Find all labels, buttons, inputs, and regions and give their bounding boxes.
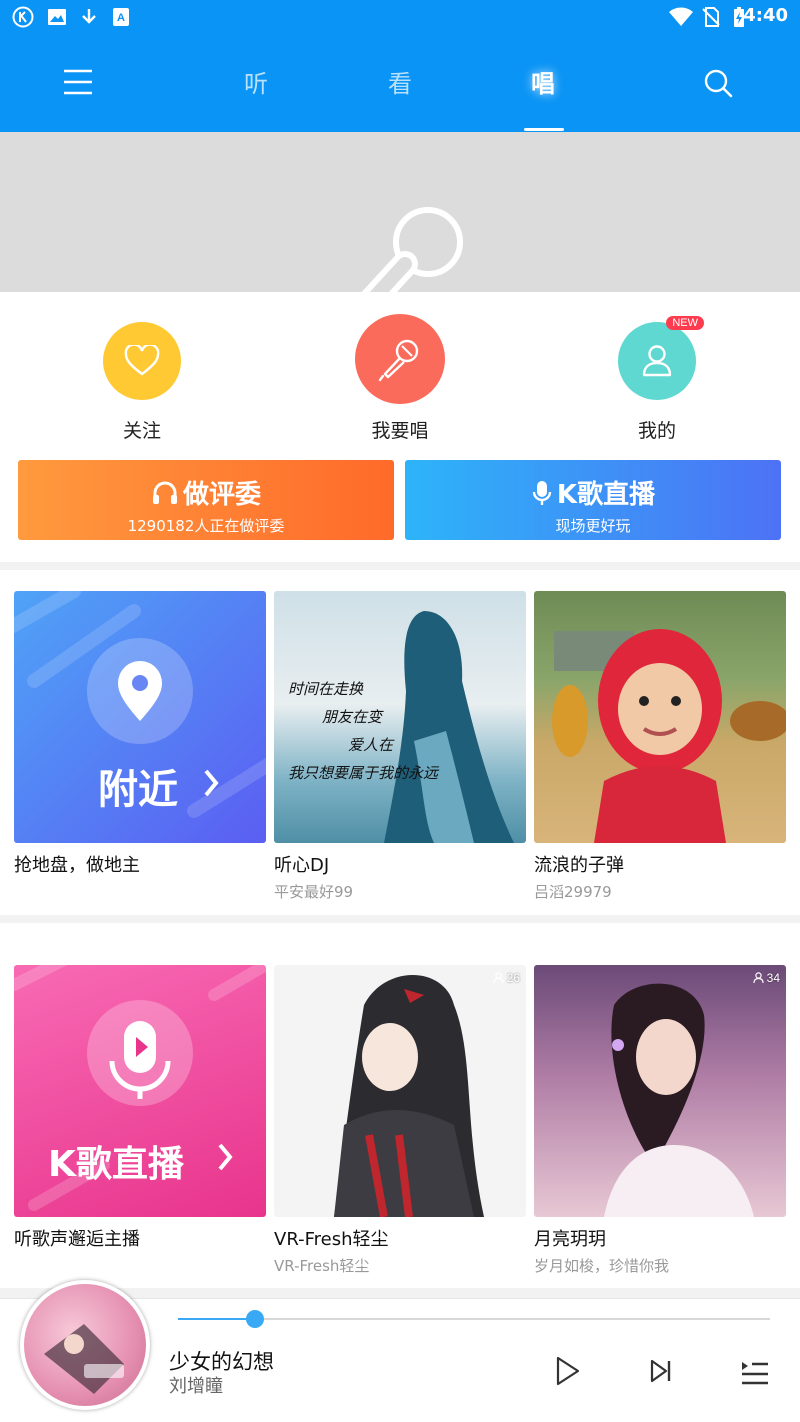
sing-label: 我要唱 <box>371 420 429 442</box>
follow-button[interactable]: 关注 <box>62 322 222 443</box>
mine-label: 我的 <box>637 420 676 442</box>
kid-image <box>534 591 786 843</box>
wifi-icon <box>669 7 693 26</box>
download-icon <box>82 9 96 24</box>
tab-sing[interactable]: 唱 <box>531 64 555 99</box>
app-store-icon: A <box>113 8 129 26</box>
card-nearby[interactable]: 附近 抢地盘，做地主 <box>14 591 266 877</box>
nearby-image-text: 附近 <box>98 767 178 813</box>
microphone-placeholder-icon <box>361 207 463 292</box>
anime-portrait <box>334 975 484 1217</box>
follow-label: 关注 <box>122 420 161 442</box>
album-art-disc[interactable] <box>20 1280 150 1410</box>
svg-text:A: A <box>117 12 125 24</box>
search-icon[interactable] <box>703 68 733 98</box>
quick-actions-panel: 关注 我要唱 NEW 我的 做评委 1290182人正在做评委 K歌直播 现场更… <box>0 292 800 562</box>
card-subtitle: 岁月如梭，珍惜你我 <box>534 1257 670 1275</box>
menu-icon[interactable] <box>62 68 94 96</box>
person-icon <box>753 972 764 984</box>
top-bar: A 4:40 听 看 唱 <box>0 0 800 132</box>
headphones-icon <box>152 481 177 504</box>
card-bullet[interactable]: 流浪的子弹 吕滔29979 <box>534 591 786 902</box>
tab-watch[interactable]: 看 <box>388 64 412 99</box>
live-button[interactable]: K歌直播 现场更好玩 <box>405 460 781 540</box>
mine-circle: NEW <box>618 316 704 400</box>
woman-portrait <box>604 983 754 1217</box>
card-title: 听心DJ <box>274 855 330 876</box>
live-title: K歌直播 <box>556 480 656 510</box>
card-title: VR-Fresh轻尘 <box>274 1229 389 1250</box>
playlist-button[interactable] <box>738 1354 772 1388</box>
listener-count: 34 <box>753 971 780 985</box>
judge-button[interactable]: 做评委 1290182人正在做评委 <box>18 460 394 540</box>
live-image: K歌直播 <box>14 965 266 1217</box>
caption-line: 爱人在 <box>348 736 394 754</box>
caption-line: 我只想要属于我的永远 <box>288 764 439 782</box>
main-nav: 听 看 唱 <box>0 50 800 131</box>
card-vr-fresh[interactable]: 26 VR-Fresh轻尘 VR-Fresh轻尘 <box>274 965 526 1276</box>
listener-count-value: 34 <box>766 971 780 985</box>
live-subtitle: 现场更好玩 <box>555 517 631 535</box>
card-subtitle: 吕滔29979 <box>534 883 612 901</box>
card-subtitle: VR-Fresh轻尘 <box>274 1257 370 1275</box>
card-yueliang[interactable]: 34 月亮玥玥 岁月如梭，珍惜你我 <box>534 965 786 1276</box>
judge-title: 做评委 <box>182 480 261 510</box>
progress-fill <box>178 1318 255 1320</box>
recommend-grid-2: K歌直播 听歌声邂逅主播 26 VR-Fresh轻尘 VR-Fresh轻尘 34… <box>0 923 800 1288</box>
status-time: 4:40 <box>743 5 788 26</box>
no-sim-icon <box>702 7 720 27</box>
live-image-text: K歌直播 <box>48 1144 184 1185</box>
card-title: 月亮玥玥 <box>534 1229 606 1250</box>
album-art <box>24 1284 146 1406</box>
caption-line: 时间在走换 <box>288 680 364 698</box>
caption-line: 朋友在变 <box>322 708 383 726</box>
dj-image: 时间在走换 朋友在变 爱人在 我只想要属于我的永远 <box>274 591 526 843</box>
song-artist: 刘增瞳 <box>169 1376 223 1397</box>
kid-photo <box>552 629 786 843</box>
user-icon <box>642 345 672 377</box>
listener-count-value: 26 <box>506 971 520 985</box>
microphone-icon <box>378 339 419 382</box>
banner-placeholder[interactable] <box>0 132 800 292</box>
portrait-image: 34 <box>534 965 786 1217</box>
progress-bar[interactable] <box>178 1310 770 1328</box>
status-bar: A 4:40 <box>0 0 800 34</box>
judge-subtitle: 1290182人正在做评委 <box>127 517 285 535</box>
recommend-grid-1: 附近 抢地盘，做地主 时间在走换 朋友在变 爱人在 我只想要属于我的永远 听心D… <box>0 570 800 915</box>
mic-small-icon <box>532 480 552 505</box>
new-badge: NEW <box>666 316 704 330</box>
listener-count: 26 <box>493 971 520 985</box>
person-icon <box>493 972 504 984</box>
play-button[interactable] <box>550 1354 584 1388</box>
active-tab-indicator <box>524 128 564 131</box>
sing-circle <box>355 314 445 404</box>
card-title: 听歌声邂逅主播 <box>14 1229 140 1250</box>
card-subtitle: 平安最好99 <box>274 883 354 901</box>
k-app-icon <box>12 6 34 28</box>
dj-image-caption: 时间在走换 朋友在变 爱人在 我只想要属于我的永远 <box>288 675 438 787</box>
tab-listen[interactable]: 听 <box>244 64 268 99</box>
nearby-image: 附近 <box>14 591 266 843</box>
image-icon <box>48 9 66 25</box>
progress-knob[interactable] <box>245 1310 264 1328</box>
mine-button[interactable]: NEW 我的 <box>577 316 737 443</box>
card-title: 抢地盘，做地主 <box>14 855 140 876</box>
card-live[interactable]: K歌直播 听歌声邂逅主播 <box>14 965 266 1251</box>
anime-image: 26 <box>274 965 526 1217</box>
card-title: 流浪的子弹 <box>534 855 624 876</box>
card-dj[interactable]: 时间在走换 朋友在变 爱人在 我只想要属于我的永远 听心DJ 平安最好99 <box>274 591 526 902</box>
follow-circle <box>103 322 181 400</box>
sing-button[interactable]: 我要唱 <box>320 314 480 443</box>
album-art-graphic <box>44 1324 124 1394</box>
next-button[interactable] <box>644 1354 678 1388</box>
heart-icon <box>124 345 160 376</box>
